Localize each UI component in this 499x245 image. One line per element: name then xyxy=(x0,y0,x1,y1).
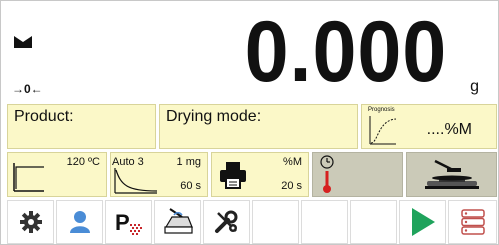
drying-temperature-field[interactable]: 120 ºC xyxy=(7,152,107,197)
weighing-display: →0← 0.000 g xyxy=(2,2,497,101)
tools-button[interactable] xyxy=(203,200,250,244)
empty-slot-2[interactable] xyxy=(301,200,348,244)
timer-status-field[interactable] xyxy=(312,152,403,197)
printer-icon xyxy=(220,162,246,189)
product-label: Product: xyxy=(14,108,74,125)
weighing-pan-icon xyxy=(425,159,479,189)
play-icon xyxy=(411,208,435,236)
start-button[interactable] xyxy=(399,200,446,244)
drying-mode-label: Drying mode: xyxy=(166,108,262,125)
temperature-profile-icon xyxy=(13,163,44,192)
print-interval-value: 20 s xyxy=(281,180,302,192)
prognosis-field[interactable]: Prognosis ....%M xyxy=(361,104,497,149)
finish-mode-field[interactable]: Auto 3 1 mg 60 s xyxy=(110,152,208,197)
drying-profile-button[interactable] xyxy=(154,200,201,244)
user-button[interactable] xyxy=(56,200,103,244)
product-field[interactable]: Product: xyxy=(7,104,156,149)
stable-weight-icon xyxy=(14,36,32,48)
pan-status-field[interactable] xyxy=(406,152,497,197)
drying-temperature-value: 120 ºC xyxy=(66,156,100,168)
finish-mode-curve-icon xyxy=(114,168,158,194)
timer-thermometer-icon xyxy=(320,155,334,193)
prognosis-value: ....%M xyxy=(426,121,472,138)
prognosis-label: Prognosis xyxy=(368,107,395,113)
finish-mass-value: 1 mg xyxy=(176,156,201,168)
info-row: Product: Drying mode: Prognosis ....%M xyxy=(7,104,497,149)
zero-indicator: →0← xyxy=(12,82,43,96)
settings-button[interactable] xyxy=(7,200,54,244)
product-button[interactable]: P xyxy=(105,200,152,244)
printout-field[interactable]: %M 20 s xyxy=(211,152,309,197)
finish-time-value: 60 s xyxy=(180,180,201,192)
empty-slot-3[interactable] xyxy=(350,200,397,244)
database-icon xyxy=(460,209,485,235)
empty-slot-1[interactable] xyxy=(252,200,299,244)
parameter-row: 120 ºC Auto 3 1 mg 60 s %M 20 s xyxy=(7,152,497,197)
toolbar: P xyxy=(7,200,497,244)
product-database-icon: P xyxy=(115,210,142,235)
database-button[interactable] xyxy=(448,200,497,244)
print-unit-value: %M xyxy=(283,156,302,168)
svg-text:P: P xyxy=(115,210,130,235)
prognosis-curve-icon xyxy=(369,116,397,145)
weight-unit: g xyxy=(470,78,479,95)
drying-mode-field[interactable]: Drying mode: xyxy=(159,104,358,149)
gear-icon xyxy=(19,211,42,233)
drying-profile-icon xyxy=(163,208,193,234)
weight-reading: 0.000 xyxy=(244,4,447,100)
user-icon xyxy=(69,211,90,233)
tools-icon xyxy=(214,210,237,233)
